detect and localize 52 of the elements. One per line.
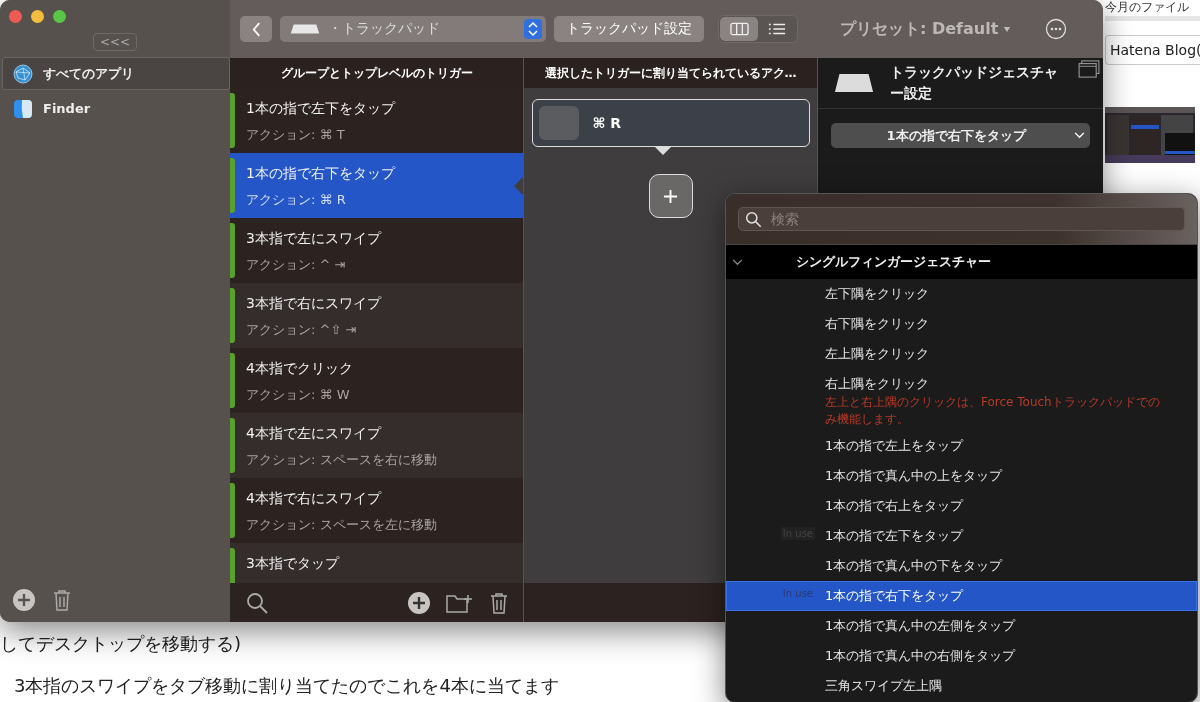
action-icon-placeholder [538,106,579,140]
stepper-icon [524,19,542,39]
menu-item[interactable]: 左上隅をクリック [726,339,1197,369]
menu-item[interactable]: In use 1本の指で右下をタップ [726,581,1197,611]
gesture-dropdown[interactable]: 1本の指で右下をタップ [831,123,1090,148]
menu-item[interactable]: 1本の指で右上をタップ [726,491,1197,521]
paragraph: してデスクトップを移動する) [0,632,243,656]
add-icon[interactable] [12,588,36,612]
menu-item[interactable]: 右上隅をクリック 左上と右上隅のクリックは、Force Touchトラックパッドでのみ機能します。 [726,369,1197,431]
menu-item[interactable]: 1本の指で真ん中の右側をタップ [726,641,1197,671]
globe-icon [13,63,33,84]
in-use-label: In use [780,587,815,600]
plus-icon [663,188,678,204]
menu-item[interactable]: 右下隅をクリック [726,309,1197,339]
trackpad-icon [832,73,876,93]
minimize-button[interactable] [31,10,44,23]
search-field[interactable]: 検索 [738,207,1185,231]
menu-item[interactable]: 1本の指で真ん中の左側をタップ [726,611,1197,641]
menu-item[interactable]: 1本の指で真ん中の下をタップ [726,551,1197,581]
chevron-icon [732,258,743,266]
trigger-item[interactable]: 3本指でタップ [230,543,523,583]
menu-item[interactable]: 三角スワイプ左上隅 [726,671,1197,701]
trigger-item[interactable]: 1本の指で右下をタップ アクション: ⌘ R [230,153,523,218]
paragraph: 3本指のスワイプをタブ移動に割り当てたのでこれを4本に当てます [13,674,559,698]
columns-view-button[interactable] [720,17,758,41]
sidebar-item[interactable]: Finder [2,92,230,125]
more-icon[interactable] [1045,18,1068,40]
blog-field[interactable]: Hatena Blog( [1105,35,1200,65]
column-heading: 選択したトリガーに割り当てられているアク… [524,58,817,88]
sidebar-item[interactable]: すべてのアプリ [2,57,230,90]
app-icon [13,98,33,119]
windows-icon[interactable] [1078,60,1100,78]
trackpad-icon [290,23,320,35]
menu-item[interactable]: 1本の指で左上をタップ [726,431,1197,461]
trigger-item[interactable]: 4本指で左にスワイプ アクション: スペースを右に移動 [230,413,523,478]
back-button[interactable] [240,16,272,42]
chevron-down-icon [1073,132,1085,139]
zoom-button[interactable] [53,10,66,23]
group-header[interactable]: シングルフィンガージェスチャー [726,245,1197,279]
chevron-left-icon [251,21,261,37]
menu-item[interactable]: 1本の指で真ん中の上をタップ [726,461,1197,491]
menu-item[interactable]: 左下隅をクリック [726,279,1197,309]
settings-button[interactable]: トラックパッド設定 [554,16,704,42]
caret-icon [1003,25,1012,33]
warning-note: 左上と右上隅のクリックは、Force Touchトラックパッドでのみ機能します。 [825,394,1161,428]
settings-title: トラックパッドジェスチャー設定 [890,63,1059,103]
columns-icon [729,22,749,36]
add-icon[interactable] [407,590,431,615]
add-action-button[interactable] [648,174,693,218]
list-icon [768,22,786,36]
search-icon[interactable] [245,590,269,615]
trigger-item[interactable]: 3本指で右にスワイプ アクション: ^⇧ ⇥ [230,283,523,348]
